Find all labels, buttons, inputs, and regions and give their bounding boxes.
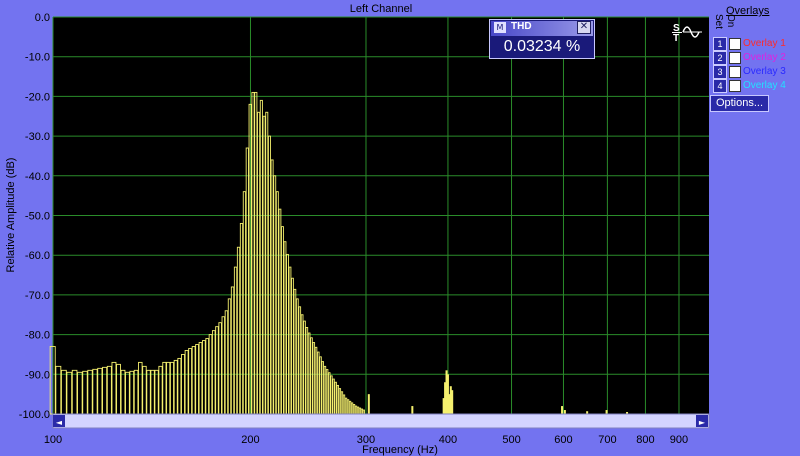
x-tick-label: 100 [44,434,62,446]
x-tick-label: 200 [241,434,259,446]
scroll-left-arrow-icon: ◄ [56,418,63,427]
spectrum-chart: Left Channel 0.0 -10.0 -20.0 -30.0 -40.0 -50.… [5,3,710,456]
overlay-on-checkbox-2[interactable] [729,52,741,64]
harmonic-peak [563,410,566,414]
y-tick-label: 0.0 [35,12,50,24]
overlay-label-2: Overlay 2 [743,52,786,63]
x-tick-label: 400 [439,434,457,446]
x-tick-label: 700 [598,434,616,446]
y-tick-label: -90.0 [25,369,50,381]
y-tick-label: -50.0 [25,211,50,223]
thd-value: 0.03234 % [503,38,581,55]
y-tick-label: -70.0 [25,290,50,302]
overlay-set-button-2[interactable]: 2 [713,51,727,65]
y-tick-label: -10.0 [25,52,50,64]
x-tick-label: 900 [670,434,688,446]
overlay-on-checkbox-3[interactable] [729,66,741,78]
y-axis-title: Relative Amplitude (dB) [5,158,17,273]
overlay-on-checkbox-1[interactable] [729,38,741,50]
y-tick-label: -80.0 [25,330,50,342]
overlay-label-3: Overlay 3 [743,66,786,77]
x-tick-label: 500 [502,434,520,446]
horizontal-scrollbar[interactable]: ◄ ► [52,413,710,429]
y-tick-label: -40.0 [25,171,50,183]
st-icon-t: T [673,33,679,42]
overlay-set-button-3[interactable]: 3 [713,65,727,79]
on-column-label: On [725,14,736,28]
harmonic-peak [605,410,608,414]
scroll-right-arrow-icon: ► [699,418,706,427]
harmonic-peak [451,390,454,414]
x-tick-label: 800 [636,434,654,446]
x-tick-label: 600 [554,434,572,446]
close-icon[interactable]: ✕ [577,21,591,34]
overlay-set-button-1[interactable]: 1 [713,37,727,51]
y-tick-label: -20.0 [25,91,50,103]
y-tick-label: -30.0 [25,131,50,143]
y-tick-label: -60.0 [25,250,50,262]
chart-title: Left Channel [350,3,412,15]
options-button[interactable]: Options... [710,95,769,112]
overlay-set-button-4[interactable]: 4 [713,79,727,93]
x-axis-title: Frequency (Hz) [362,444,438,456]
overlay-label-4: Overlay 4 [743,80,786,91]
harmonic-peak [411,406,414,414]
thd-meter-window[interactable]: M THD ✕ 0.03234 % [489,19,595,59]
thd-title: THD [511,21,532,32]
meter-window-icon: M [494,22,506,33]
overlay-on-checkbox-4[interactable] [729,80,741,92]
overlay-label-1: Overlay 1 [743,38,786,49]
harmonic-peak [367,394,370,414]
y-tick-labels: 0.0 -10.0 -20.0 -30.0 -40.0 -50.0 -60.0 -70.0 -8… [19,12,50,421]
y-tick-label: -100.0 [19,409,50,421]
harmonic-peak [561,406,564,414]
set-column-label: Set [713,14,724,30]
sine-wave-icon[interactable]: S T [671,22,703,44]
